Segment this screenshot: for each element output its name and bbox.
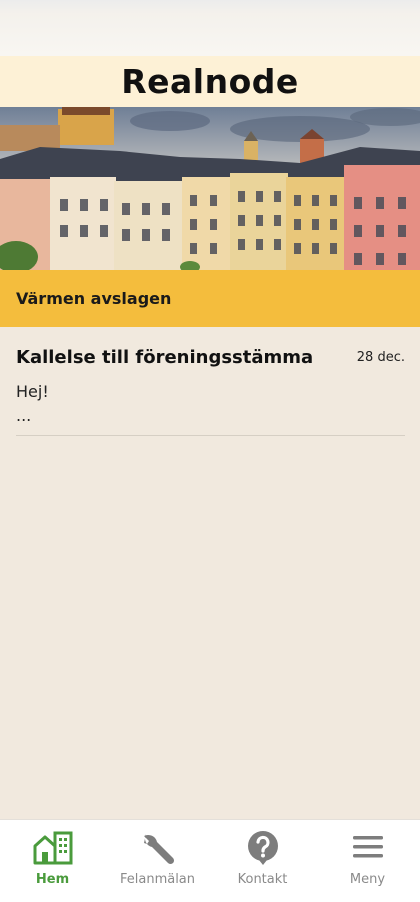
- nav-item-kontakt[interactable]: Kontakt: [210, 820, 315, 902]
- nav-label-hem: Hem: [35, 872, 70, 887]
- alert-banner[interactable]: Värmen avslagen: [0, 270, 420, 327]
- nav-item-meny[interactable]: Meny: [315, 820, 420, 902]
- home-building-icon: [33, 831, 72, 865]
- news-item[interactable]: Kallelse till föreningsstämma 28 dec. He…: [16, 327, 405, 436]
- hamburger-menu-icon: [352, 836, 383, 858]
- news-excerpt: Hej! ...: [16, 382, 49, 425]
- bottom-nav: Hem Felanmälan Kontakt Meny: [0, 819, 420, 902]
- news-date: 28 dec.: [356, 350, 405, 365]
- nav-item-felanmalan[interactable]: Felanmälan: [105, 820, 210, 902]
- status-bar: [0, 0, 420, 56]
- nav-label-meny: Meny: [349, 872, 386, 887]
- wrench-icon: [143, 834, 174, 865]
- hero-buildings-image: [0, 107, 420, 270]
- app-title: Realnode: [121, 62, 299, 101]
- help-circle-icon: [247, 831, 278, 865]
- app-header: Realnode: [0, 56, 420, 107]
- alert-text: Värmen avslagen: [16, 289, 172, 308]
- nav-item-hem[interactable]: Hem: [0, 820, 105, 902]
- news-title: Kallelse till föreningsstämma: [16, 347, 314, 368]
- nav-label-felanmalan: Felanmälan: [119, 872, 196, 887]
- nav-label-kontakt: Kontakt: [237, 872, 288, 887]
